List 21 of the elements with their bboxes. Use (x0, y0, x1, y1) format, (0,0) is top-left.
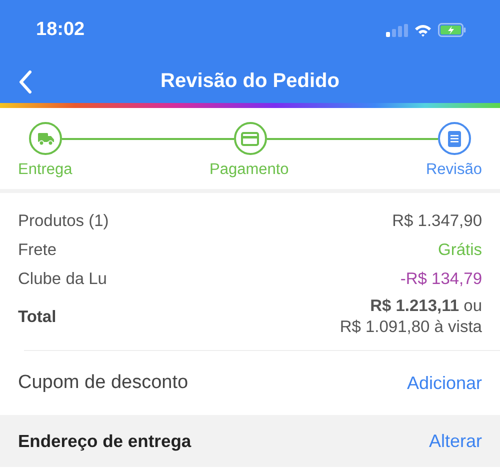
summary-label: Produtos (1) (18, 212, 109, 231)
address-label: Endereço de entrega (18, 430, 192, 452)
coupon-label: Cupom de desconto (18, 372, 188, 394)
signal-icon (386, 24, 408, 36)
step-label[interactable]: Entrega (18, 161, 72, 179)
summary-value: -R$ 134,79 (400, 270, 482, 289)
status-time: 18:02 (36, 19, 85, 41)
change-address-link[interactable]: Alterar (428, 430, 482, 452)
step-label[interactable]: Pagamento (210, 161, 289, 179)
total-value: R$ 1.091,80 à vista (340, 317, 482, 338)
summary-label: Frete (18, 241, 57, 260)
summary-value: R$ 1.347,90 (392, 212, 482, 231)
page-title: Revisão do Pedido (160, 70, 340, 93)
add-coupon-link[interactable]: Adicionar (406, 372, 482, 394)
total-label: Total (18, 308, 56, 326)
battery-icon (438, 23, 466, 37)
step-label[interactable]: Revisão (426, 161, 482, 179)
summary-label: Clube da Lu (18, 270, 107, 289)
wifi-icon (414, 24, 432, 36)
summary-value: Grátis (438, 241, 482, 260)
total-value: R$ 1.213,11 ou (370, 296, 482, 317)
